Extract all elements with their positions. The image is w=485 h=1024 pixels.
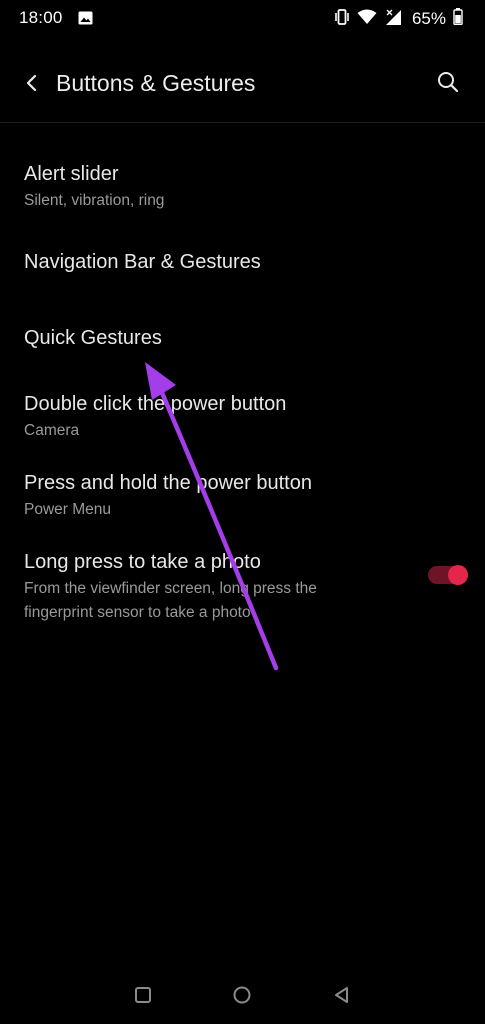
recents-button[interactable] [130,984,156,1010]
system-nav-bar [0,970,485,1024]
setting-summary: Camera [24,422,80,439]
gallery-icon [78,11,93,30]
status-time: 18:00 [19,8,63,27]
search-icon [436,70,460,99]
setting-summary: From the viewfinder screen, long press t… [24,580,317,597]
setting-title: Double click the power button [24,393,287,415]
page-title: Buttons & Gestures [56,70,256,96]
setting-title: Alert slider [24,163,119,185]
battery-percent: 65% [411,9,446,28]
back-triangle-icon [332,985,352,1010]
setting-double-click-power[interactable]: Double click the power button Camera [0,383,485,445]
setting-alert-slider[interactable]: Alert slider Silent, vibration, ring [0,153,485,215]
setting-press-hold-power[interactable]: Press and hold the power button Power Me… [0,462,485,524]
setting-title: Quick Gestures [24,327,162,349]
toggle-thumb [448,565,468,585]
setting-title: Long press to take a photo [24,551,261,573]
long-press-photo-toggle[interactable] [428,565,470,585]
home-button[interactable] [229,984,255,1010]
setting-long-press-photo[interactable]: Long press to take a photo From the view… [0,541,485,627]
setting-navigation-bar-gestures[interactable]: Navigation Bar & Gestures [0,241,485,289]
setting-title: Press and hold the power button [24,472,312,494]
signal-icon [384,8,404,31]
status-bar: 18:00 65% [0,0,485,38]
setting-title: Navigation Bar & Gestures [24,251,261,273]
back-nav-button[interactable] [329,984,355,1010]
status-icons: 65% [327,8,463,31]
chevron-left-icon [25,73,39,98]
header-divider [0,122,485,123]
battery-icon [453,8,463,30]
search-button[interactable] [433,69,463,99]
setting-quick-gestures[interactable]: Quick Gestures [0,317,485,365]
back-button[interactable] [18,71,46,99]
setting-summary: Silent, vibration, ring [24,192,165,209]
vibrate-icon [334,8,350,31]
wifi-icon [357,9,377,30]
setting-summary: Power Menu [24,501,112,518]
app-bar: Buttons & Gestures [0,56,485,114]
recents-square-icon [133,985,153,1010]
setting-summary: fingerprint sensor to take a photo [24,604,251,621]
home-circle-icon [231,984,253,1011]
